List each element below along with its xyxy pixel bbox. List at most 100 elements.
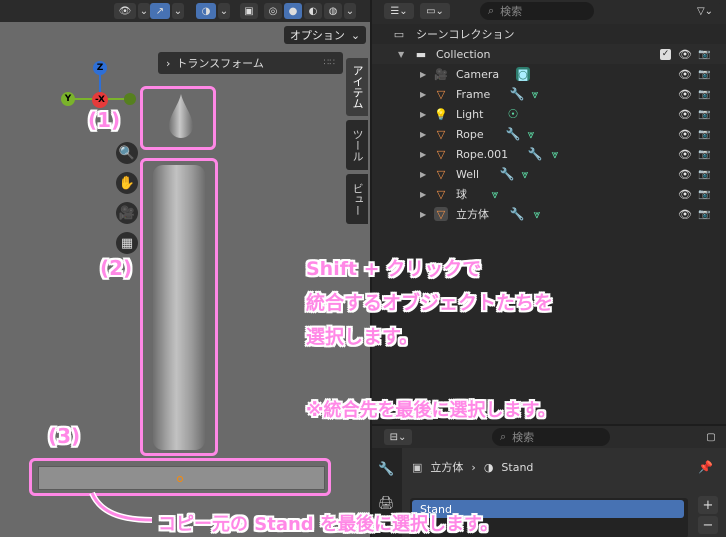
tool-tab-icon[interactable]: 🔧: [378, 462, 394, 477]
eye-icon[interactable]: 👁: [678, 168, 692, 181]
render-camera-icon[interactable]: 📷: [698, 69, 710, 80]
scene-collection-icon: ▭: [393, 27, 405, 41]
mesh-data-icon[interactable]: ⩔: [528, 87, 542, 101]
properties-search-input[interactable]: ⌕ 検索: [492, 428, 610, 446]
outliner-item-light[interactable]: ▶ 💡 Light ☉ 👁 📷: [372, 104, 726, 124]
search-icon: ⌕: [500, 430, 507, 443]
outliner-item-sphere[interactable]: ▶ ▽ 球 ⩔ 👁 📷: [372, 184, 726, 204]
breadcrumb-material: Stand: [501, 460, 534, 474]
pin-icon[interactable]: 📌: [698, 460, 713, 474]
annotation-label-1: (1): [88, 108, 121, 132]
item-label: Light: [456, 107, 484, 121]
eye-icon[interactable]: 👁: [678, 88, 692, 101]
checkbox-icon[interactable]: ✓: [660, 48, 671, 60]
mesh-object-icon: ▽: [436, 87, 446, 101]
item-label: 立方体: [456, 208, 489, 221]
outliner-item-frame[interactable]: ▶ ▽ Frame 🔧 ⩔ 👁 📷: [372, 84, 726, 104]
render-camera-icon[interactable]: 📷: [698, 129, 710, 140]
mesh-data-icon[interactable]: ⩔: [530, 207, 544, 221]
mesh-data-icon[interactable]: ⩔: [488, 187, 502, 201]
editor-type-icon[interactable]: ⊟⌄: [384, 429, 412, 445]
item-label: Well: [456, 167, 480, 181]
modifier-wrench-icon[interactable]: 🔧: [500, 167, 515, 181]
remove-slot-button[interactable]: −: [698, 516, 718, 534]
chevron-down-icon[interactable]: ▼: [398, 50, 404, 59]
collection-row[interactable]: ▼ ▬ Collection ✓ 👁 📷: [372, 44, 726, 64]
chevron-right-icon[interactable]: ▶: [420, 90, 426, 99]
modifier-wrench-icon[interactable]: 🔧: [506, 127, 521, 141]
render-camera-icon[interactable]: 📷: [698, 109, 710, 120]
outliner-item-rope-001[interactable]: ▶ ▽ Rope.001 🔧 ⩔ 👁 📷: [372, 144, 726, 164]
mesh-object-icon: ▽: [436, 127, 446, 141]
chevron-right-icon[interactable]: ▶: [420, 170, 426, 179]
search-icon: ⌕: [488, 4, 495, 17]
item-label: Rope: [456, 127, 484, 141]
modifier-wrench-icon[interactable]: 🔧: [528, 147, 543, 161]
modifier-wrench-icon[interactable]: 🔧: [510, 207, 525, 221]
outliner-header: ☰⌄ ▭⌄ ⌕ 検索 ▽⌄: [372, 0, 726, 24]
collection-label: Collection: [436, 47, 491, 61]
light-object-icon: 💡: [434, 107, 448, 121]
filter-view-icon[interactable]: ▭⌄: [420, 3, 450, 19]
chevron-right-icon: ›: [471, 460, 476, 474]
camera-object-icon: 🎥: [434, 67, 448, 81]
chevron-right-icon[interactable]: ▶: [420, 150, 426, 159]
outliner-panel[interactable]: ☰⌄ ▭⌄ ⌕ 検索 ▽⌄ ▭ シーンコレクション ▼ ▬ Collection…: [372, 0, 726, 424]
instruction-line-1: Shift + クリックで: [306, 258, 482, 280]
eye-icon[interactable]: 👁: [678, 208, 692, 221]
chevron-right-icon[interactable]: ▶: [420, 70, 426, 79]
material-icon: ◑: [483, 460, 494, 474]
eye-icon[interactable]: 👁: [678, 128, 692, 141]
chevron-right-icon[interactable]: ▶: [420, 110, 426, 119]
chevron-right-icon[interactable]: ▶: [420, 130, 426, 139]
eye-icon[interactable]: 👁: [678, 188, 692, 201]
add-slot-button[interactable]: +: [698, 496, 718, 514]
item-label: Frame: [456, 87, 491, 101]
properties-header: ⊟⌄ ⌕ 検索 ▢: [372, 426, 726, 448]
outliner-item-camera[interactable]: ▶ 🎥 Camera ◙ 👁 📷: [372, 64, 726, 84]
render-camera-icon[interactable]: 📷: [698, 189, 710, 200]
mesh-object-icon: ▽: [436, 147, 446, 161]
filter-icon[interactable]: ▽⌄: [688, 3, 722, 19]
properties-search-placeholder: 検索: [512, 431, 535, 444]
outliner-item-rope[interactable]: ▶ ▽ Rope 🔧 ⩔ 👁 📷: [372, 124, 726, 144]
mesh-object-icon: ▽: [436, 167, 446, 181]
modifier-wrench-icon[interactable]: 🔧: [510, 87, 525, 101]
mesh-data-icon[interactable]: ⩔: [548, 147, 562, 161]
item-label: Camera: [456, 67, 500, 81]
mesh-data-icon[interactable]: ⩔: [518, 167, 532, 181]
item-label: 球: [456, 188, 467, 201]
options-icon[interactable]: ▢: [702, 429, 720, 445]
instruction-line-3: 選択します。: [306, 326, 419, 348]
scene-collection-row[interactable]: ▭ シーンコレクション: [372, 24, 726, 44]
outliner-item-well[interactable]: ▶ ▽ Well 🔧 ⩔ 👁 📷: [372, 164, 726, 184]
mesh-object-icon: ▽: [434, 207, 448, 221]
chevron-right-icon[interactable]: ▶: [420, 210, 426, 219]
render-camera-icon[interactable]: 📷: [698, 49, 710, 60]
render-camera-icon[interactable]: 📷: [698, 209, 710, 220]
light-data-icon[interactable]: ☉: [506, 107, 520, 121]
annotation-label-3: (3): [48, 424, 81, 448]
breadcrumb: ▣ 立方体 › ◑ Stand: [412, 458, 533, 476]
render-camera-icon[interactable]: 📷: [698, 169, 710, 180]
outliner-item-cube[interactable]: ▶ ▽ 立方体 🔧 ⩔ 👁 📷: [372, 204, 726, 224]
render-tab-icon[interactable]: 🖨: [378, 496, 395, 511]
instruction-line-2: 統合するオブジェクトたちを: [306, 292, 554, 314]
item-label: Rope.001: [456, 147, 509, 161]
eye-icon[interactable]: 👁: [678, 148, 692, 161]
chevron-right-icon[interactable]: ▶: [420, 190, 426, 199]
collection-icon: ▬: [415, 47, 427, 61]
eye-icon[interactable]: 👁: [678, 108, 692, 121]
camera-data-icon[interactable]: ◙: [516, 67, 530, 81]
display-mode-icon[interactable]: ☰⌄: [384, 3, 414, 19]
eye-icon[interactable]: 👁: [678, 48, 692, 61]
outliner-search-input[interactable]: ⌕ 検索: [480, 2, 594, 20]
eye-icon[interactable]: 👁: [678, 68, 692, 81]
render-camera-icon[interactable]: 📷: [698, 89, 710, 100]
bottom-instruction: コピー元の Stand を最後に選択します。: [158, 514, 499, 535]
annotation-label-2: (2): [100, 256, 133, 280]
object-icon: ▣: [412, 460, 423, 474]
render-camera-icon[interactable]: 📷: [698, 149, 710, 160]
breadcrumb-object: 立方体: [430, 461, 464, 474]
mesh-data-icon[interactable]: ⩔: [524, 127, 538, 141]
